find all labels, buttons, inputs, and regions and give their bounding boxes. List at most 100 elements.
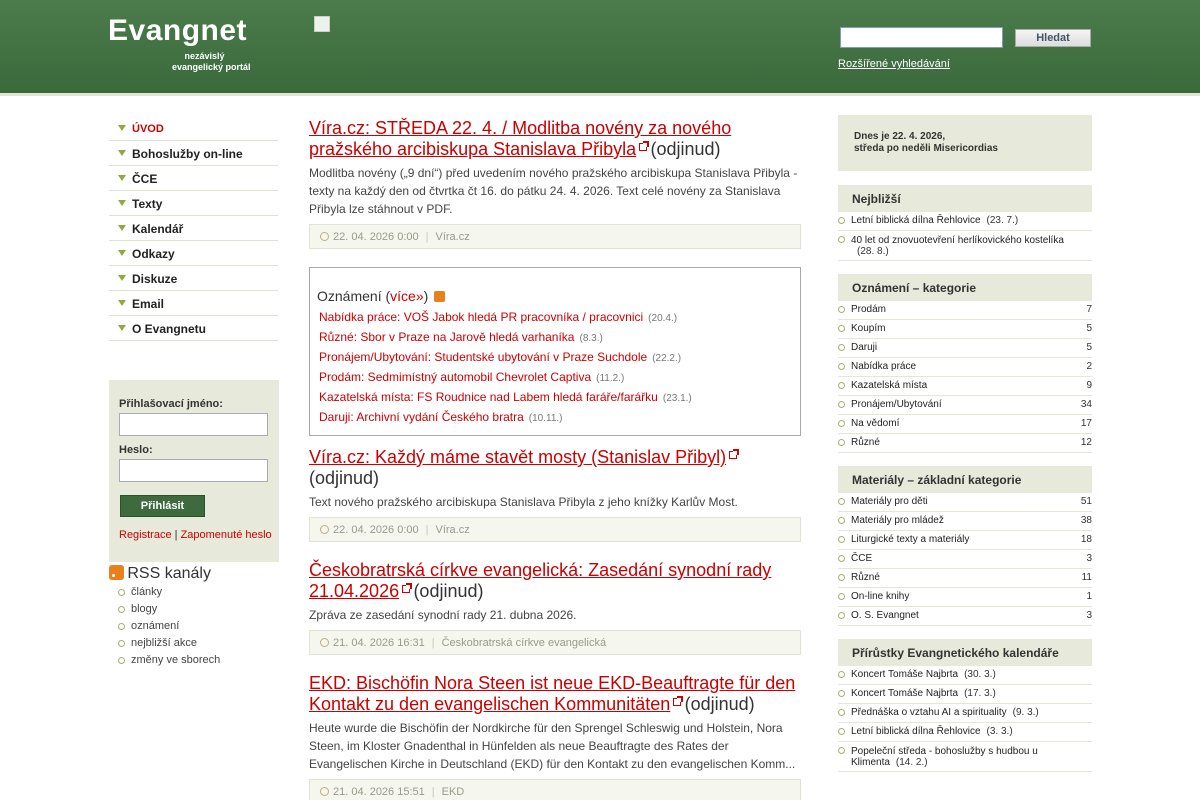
nav-item-diskuze[interactable]: Diskuze [109, 266, 278, 291]
material-link[interactable]: ČCE [851, 553, 872, 564]
search-button[interactable]: Hledat [1015, 29, 1091, 47]
article-title: Víra.cz: Každý máme stavět mosty (Stanis… [309, 447, 727, 467]
rss-item: oznámení [109, 620, 279, 637]
password-field[interactable] [119, 459, 268, 482]
rss-link-oznameni[interactable]: oznámení [131, 620, 179, 632]
rss-link-nejblizsi-akce[interactable]: nejbližší akce [131, 637, 197, 649]
article-title: Českobratrská církve evangelická: Zasedá… [309, 560, 772, 601]
site-logo[interactable]: Evangnet nezávislý evangelický portál [108, 14, 280, 74]
bullet-icon [838, 704, 848, 716]
category-link[interactable]: Nabídka práce [851, 361, 916, 372]
article-meta: 22. 04. 2026 0:00 | Víra.cz [309, 517, 801, 542]
nav-item-cce[interactable]: ČCE [109, 166, 278, 191]
notice-item: Prodám: Sedmimístný automobil Chevrolet … [317, 367, 792, 387]
bullet-icon [838, 666, 848, 678]
calendar-link[interactable]: Koncert Tomáše Najbrta [851, 669, 958, 680]
right-sidebar: Dnes je 22. 4. 2026, středa po neděli Mi… [838, 115, 1092, 785]
category-link[interactable]: Pronájem/Ubytování [851, 399, 942, 410]
rss-link-blogy[interactable]: blogy [131, 603, 157, 615]
notices-more-link[interactable]: více» [390, 288, 423, 304]
article-meta: 22. 04. 2026 0:00 | Víra.cz [309, 224, 801, 249]
bullet-icon [838, 358, 848, 370]
nav-item-odkazy[interactable]: Odkazy [109, 241, 278, 266]
rss-link-zmeny-ve-sborech[interactable]: změny ve sborech [131, 654, 220, 666]
logo-tagline-line2: evangelický portál [172, 62, 251, 72]
notice-link[interactable]: Různé: Sbor v Praze na Jarově hledá varh… [319, 330, 574, 344]
material-item: Liturgické texty a materiály 18 [838, 531, 1092, 550]
notice-link[interactable]: Kazatelská místa: FS Roudnice nad Labem … [319, 390, 658, 404]
notice-item: Nabídka práce: VOŠ Jabok hledá PR pracov… [317, 307, 792, 327]
rss-link-clanky[interactable]: články [131, 586, 162, 598]
event-link[interactable]: Letní biblická dílna Řehlovice [851, 215, 981, 226]
nav-item-label: ČCE [132, 172, 158, 186]
rss-icon[interactable] [434, 291, 446, 302]
material-item: O. S. Evangnet 3 [838, 607, 1092, 626]
notice-link[interactable]: Daruji: Archivní vydání Českého bratra [319, 410, 524, 424]
today-box: Dnes je 22. 4. 2026, středa po neděli Mi… [838, 115, 1092, 171]
category-item: Různé 12 [838, 434, 1092, 453]
notice-link[interactable]: Prodám: Sedmimístný automobil Chevrolet … [319, 370, 591, 384]
search-input[interactable] [840, 27, 1003, 48]
username-field[interactable] [119, 413, 268, 436]
article-perex: Heute wurde die Bischöfin der Nordkirche… [309, 721, 796, 771]
meta-separator: | [431, 786, 435, 798]
nav-item-label: Kalendář [132, 222, 184, 236]
bullet-icon [838, 550, 848, 562]
calendar-link[interactable]: Letní biblická dílna Řehlovice [851, 726, 981, 737]
event-item: Letní biblická dílna Řehlovice (23. 7.) [838, 212, 1092, 231]
external-link-icon [673, 696, 684, 706]
notice-link[interactable]: Nabídka práce: VOŠ Jabok hledá PR pracov… [319, 310, 643, 324]
material-link[interactable]: Různé [851, 572, 880, 583]
calendar-item: Popeleční středa - bohoslužby s hudbou u… [838, 742, 1092, 772]
article-meta: 21. 04. 2026 15:51 | EKD [309, 779, 801, 800]
category-link[interactable]: Koupím [851, 323, 885, 334]
bullet-icon [838, 742, 848, 754]
nav-item-email[interactable]: Email [109, 291, 278, 316]
forgot-password-link[interactable]: Zapomenuté heslo [181, 529, 272, 541]
notice-item: Kazatelská místa: FS Roudnice nad Labem … [317, 387, 792, 407]
article-title-link[interactable]: Víra.cz: Každý máme stavět mosty (Stanis… [309, 447, 740, 467]
article-source: EKD [441, 786, 465, 798]
password-label: Heslo: [119, 444, 153, 456]
calendar-link[interactable]: Popeleční středa - bohoslužby s hudbou u… [851, 746, 1038, 768]
event-date: (23. 7.) [986, 215, 1019, 226]
material-link[interactable]: Materiály pro děti [851, 496, 928, 507]
nav-item-label: Email [132, 297, 165, 311]
advanced-search-link[interactable]: Rozšířené vyhledávání [838, 58, 950, 70]
bullet-icon [838, 588, 848, 600]
today-link[interactable]: Dnes [854, 131, 878, 142]
material-link[interactable]: Liturgické texty a materiály [851, 534, 969, 545]
clock-icon [320, 638, 329, 647]
calendar-date: (3. 3.) [986, 726, 1013, 737]
article-origin: (odjinud) [650, 139, 721, 159]
category-link[interactable]: Kazatelská místa [851, 380, 927, 391]
material-item: ČCE 3 [838, 550, 1092, 569]
material-count: 18 [1080, 534, 1092, 545]
external-link-icon [729, 449, 740, 459]
article-title-link[interactable]: Českobratrská církve evangelická: Zasedá… [309, 560, 771, 601]
category-link[interactable]: Na vědomí [851, 418, 899, 429]
nav-item-texty[interactable]: Texty [109, 191, 278, 216]
calendar-link[interactable]: Koncert Tomáše Najbrta [851, 688, 958, 699]
category-link[interactable]: Různé [851, 437, 880, 448]
bullet-icon [838, 685, 848, 697]
notice-link[interactable]: Pronájem/Ubytování: Studentské ubytování… [319, 350, 647, 364]
nav-item-bohosluzby[interactable]: Bohoslužby on-line [109, 141, 278, 166]
event-link[interactable]: 40 let od znovuotevření herlíkovického k… [851, 235, 1064, 246]
material-link[interactable]: Materiály pro mládež [851, 515, 944, 526]
nav-item-label: ÚVOD [132, 123, 164, 135]
material-link[interactable]: O. S. Evangnet [851, 610, 919, 621]
bullet-icon [838, 339, 848, 351]
nav-item-o-evangnetu[interactable]: O Evangnetu [109, 316, 278, 341]
login-button[interactable]: Přihlásit [120, 495, 205, 517]
nav-item-kalendar[interactable]: Kalendář [109, 216, 278, 241]
notices-heading-suffix: ) [423, 288, 429, 304]
category-link[interactable]: Daruji [851, 342, 877, 353]
nav-item-uvod[interactable]: ÚVOD [109, 116, 278, 141]
material-link[interactable]: On-line knihy [851, 591, 909, 602]
register-link[interactable]: Registrace [119, 529, 172, 541]
materials-box: Materiály – základní kategorie Materiály… [838, 466, 1092, 626]
calendar-link[interactable]: Přednáška o vztahu AI a spirituality [851, 707, 1007, 718]
category-link[interactable]: Prodám [851, 304, 886, 315]
nav-item-label: Diskuze [132, 272, 178, 286]
